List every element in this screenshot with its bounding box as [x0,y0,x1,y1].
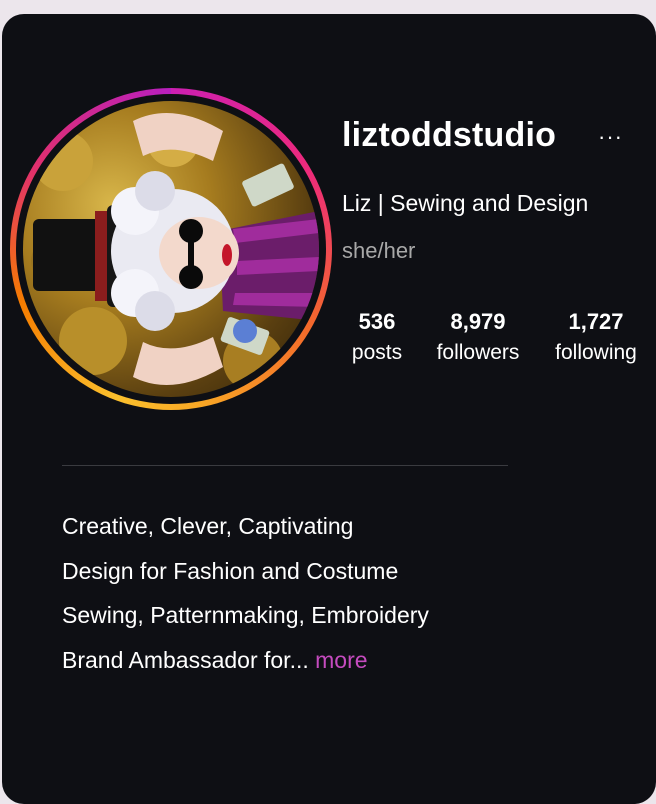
stat-posts[interactable]: 536 posts [346,308,408,370]
wig-curl [135,171,175,211]
bio-line-last: Brand Ambassador for... more [62,638,429,683]
blue-accent [233,319,257,343]
story-ring[interactable] [10,88,332,410]
sunglasses-lens [179,265,203,289]
followers-count: 8,979 [450,309,506,334]
lips [222,244,232,266]
following-count: 1,727 [568,309,624,334]
avatar[interactable] [23,101,319,397]
top-hat [33,219,103,291]
money-bill [242,163,294,207]
jacket-stripe [233,293,319,307]
arm [133,337,223,385]
divider [62,465,508,466]
followers-label: followers [436,341,520,364]
sunglasses-bridge [188,241,194,267]
sunglasses-lens [179,219,203,243]
pronouns: she/her [342,238,416,263]
bio-line: Design for Fashion and Costume [62,557,399,584]
bio-truncated-text: Brand Ambassador for... [62,646,309,673]
bio-more-link[interactable]: more [315,647,367,673]
full-name: Liz | Sewing and Design [342,190,589,216]
bio: Creative, Clever, Captivating Design for… [62,504,429,682]
bio-line: Creative, Clever, Captivating [62,513,354,539]
avatar-illustration [31,113,319,391]
stat-followers[interactable]: 8,979 followers [430,308,526,370]
profile-card: liztoddstudio ··· Liz | Sewing and Desig… [2,14,656,804]
more-horizontal-icon[interactable]: ··· [598,124,623,150]
hat-band [95,211,109,301]
posts-count: 536 [358,309,396,334]
bio-line: Sewing, Patternmaking, Embroidery [62,602,429,628]
wig-curl [135,291,175,331]
posts-label: posts [351,341,403,364]
stat-following[interactable]: 1,727 following [546,308,646,370]
following-label: following [555,341,637,364]
username: liztoddstudio [342,116,557,154]
